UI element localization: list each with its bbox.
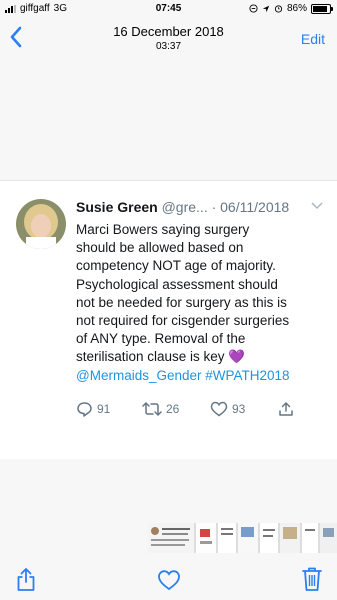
status-bar: giffgaff 3G 07:45 86%: [0, 0, 337, 18]
tweet-line: sterilisation clause is key 💜: [76, 348, 324, 366]
tweet-line: Psychological assessment should: [76, 276, 278, 292]
nav-bar: 16 December 2018 03:37 Edit: [0, 18, 337, 58]
screen-lock-icon: [249, 4, 258, 13]
photo-time: 03:37: [155, 41, 182, 52]
tweet-line: competency NOT age of majority.: [76, 258, 276, 274]
tweet-text: Marci Bowers saying surgery should be al…: [76, 221, 324, 385]
tweet-actions: 91 26 93: [76, 401, 316, 421]
like-icon: [210, 401, 228, 417]
reply-action[interactable]: 91: [76, 401, 110, 417]
tweet-line-text: sterilisation clause is key: [76, 349, 225, 365]
bottom-toolbar: [0, 560, 337, 600]
heart-outline-icon[interactable]: [157, 569, 181, 591]
avatar: [16, 199, 66, 249]
share-sheet-icon[interactable]: [15, 566, 37, 592]
edit-button[interactable]: Edit: [301, 31, 325, 47]
purple-heart-emoji: 💜: [228, 349, 246, 365]
share-action[interactable]: [278, 401, 294, 417]
battery-percent: 86%: [286, 3, 307, 14]
tweet-line: of ANY type. Removal of the: [76, 331, 246, 347]
tweet-header: Susie Green @gre... · 06/11/2018: [76, 199, 289, 215]
chevron-down-icon[interactable]: [311, 201, 323, 211]
hashtag-link[interactable]: #WPATH2018: [205, 368, 289, 383]
retweet-action[interactable]: 26: [142, 401, 179, 417]
like-action[interactable]: 93: [210, 401, 245, 417]
mention-link[interactable]: @Mermaids_Gender: [76, 368, 202, 383]
battery-icon: [311, 3, 333, 14]
tweet-line: Marci Bowers saying surgery: [76, 222, 250, 237]
tweet-line: not be needed for surgery as this is: [76, 294, 287, 310]
photo-thumbnail-strip[interactable]: [148, 523, 337, 553]
tweet-line: not required for cisgender surgeries: [76, 313, 290, 329]
photo-date: 16 December 2018: [113, 24, 224, 39]
location-icon: [262, 5, 270, 12]
reply-count: 91: [97, 402, 111, 416]
alarm-icon: [274, 5, 283, 13]
author-name[interactable]: Susie Green: [76, 199, 158, 215]
retweet-count: 26: [166, 402, 180, 416]
handle-and-date: @gre... · 06/11/2018: [161, 199, 290, 215]
like-count: 93: [232, 402, 246, 416]
tweet-card: Susie Green @gre... · 06/11/2018 Marci B…: [0, 180, 337, 459]
tweet-line-links: @Mermaids_Gender #WPATH2018: [76, 367, 324, 385]
trash-icon[interactable]: [301, 566, 323, 592]
tweet-line: should be allowed based on: [76, 240, 244, 256]
status-right: 86%: [249, 3, 333, 14]
reply-icon: [77, 402, 92, 417]
share-icon: [279, 402, 293, 416]
thumbnail-images: [148, 523, 337, 553]
retweet-icon: [142, 402, 162, 416]
